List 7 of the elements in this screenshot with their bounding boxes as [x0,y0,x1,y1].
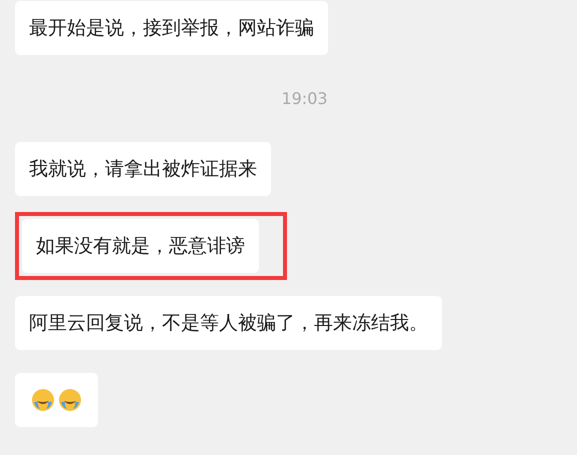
crying-emoji-icon [58,388,82,412]
message-bubble: 最开始是说，接到举报，网站诈骗 [15,1,328,55]
message-bubble: 阿里云回复说，不是等人被骗了，再来冻结我。 [15,296,442,350]
crying-emoji-icon [31,388,55,412]
message-bubble: 如果没有就是，恶意诽谤 [22,219,259,273]
timestamp: 19:03 [281,89,328,108]
message-bubble: 我就说，请拿出被炸证据来 [15,142,271,196]
